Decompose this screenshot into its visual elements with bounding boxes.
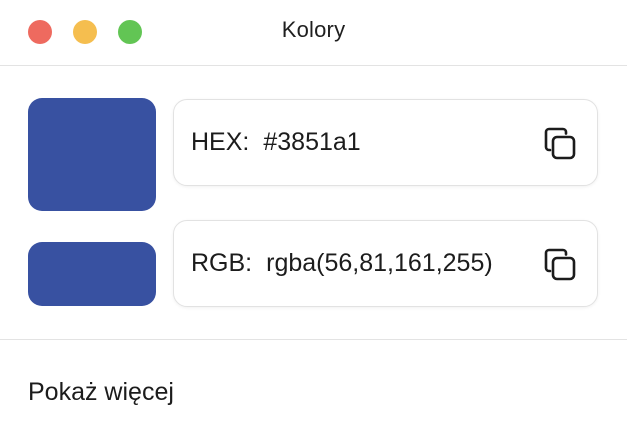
hex-label: HEX: <box>191 128 250 156</box>
section-divider <box>0 339 627 340</box>
copy-rgb-button[interactable] <box>541 246 579 284</box>
rgb-value[interactable]: rgba(56,81,161,255) <box>266 249 493 277</box>
rgb-field-text: RGB: rgba(56,81,161,255) <box>191 249 493 278</box>
copy-icon <box>544 248 576 281</box>
rgb-label: RGB: <box>191 249 253 277</box>
hex-field[interactable]: HEX: #3851a1 <box>173 99 598 186</box>
hex-field-text: HEX: #3851a1 <box>191 128 361 157</box>
title-bar: Kolory <box>0 0 627 66</box>
copy-hex-button[interactable] <box>541 125 579 163</box>
copy-icon <box>544 127 576 160</box>
window-title: Kolory <box>281 17 346 42</box>
color-picker-window: Kolory HEX: #3851a1 RGB: rgba(56,81,161,25… <box>0 0 627 445</box>
color-swatch-small <box>28 242 156 306</box>
hex-value[interactable]: #3851a1 <box>263 128 360 156</box>
color-swatch-large <box>28 98 156 211</box>
show-more-link[interactable]: Pokaż więcej <box>28 378 174 407</box>
rgb-field[interactable]: RGB: rgba(56,81,161,255) <box>173 220 598 307</box>
